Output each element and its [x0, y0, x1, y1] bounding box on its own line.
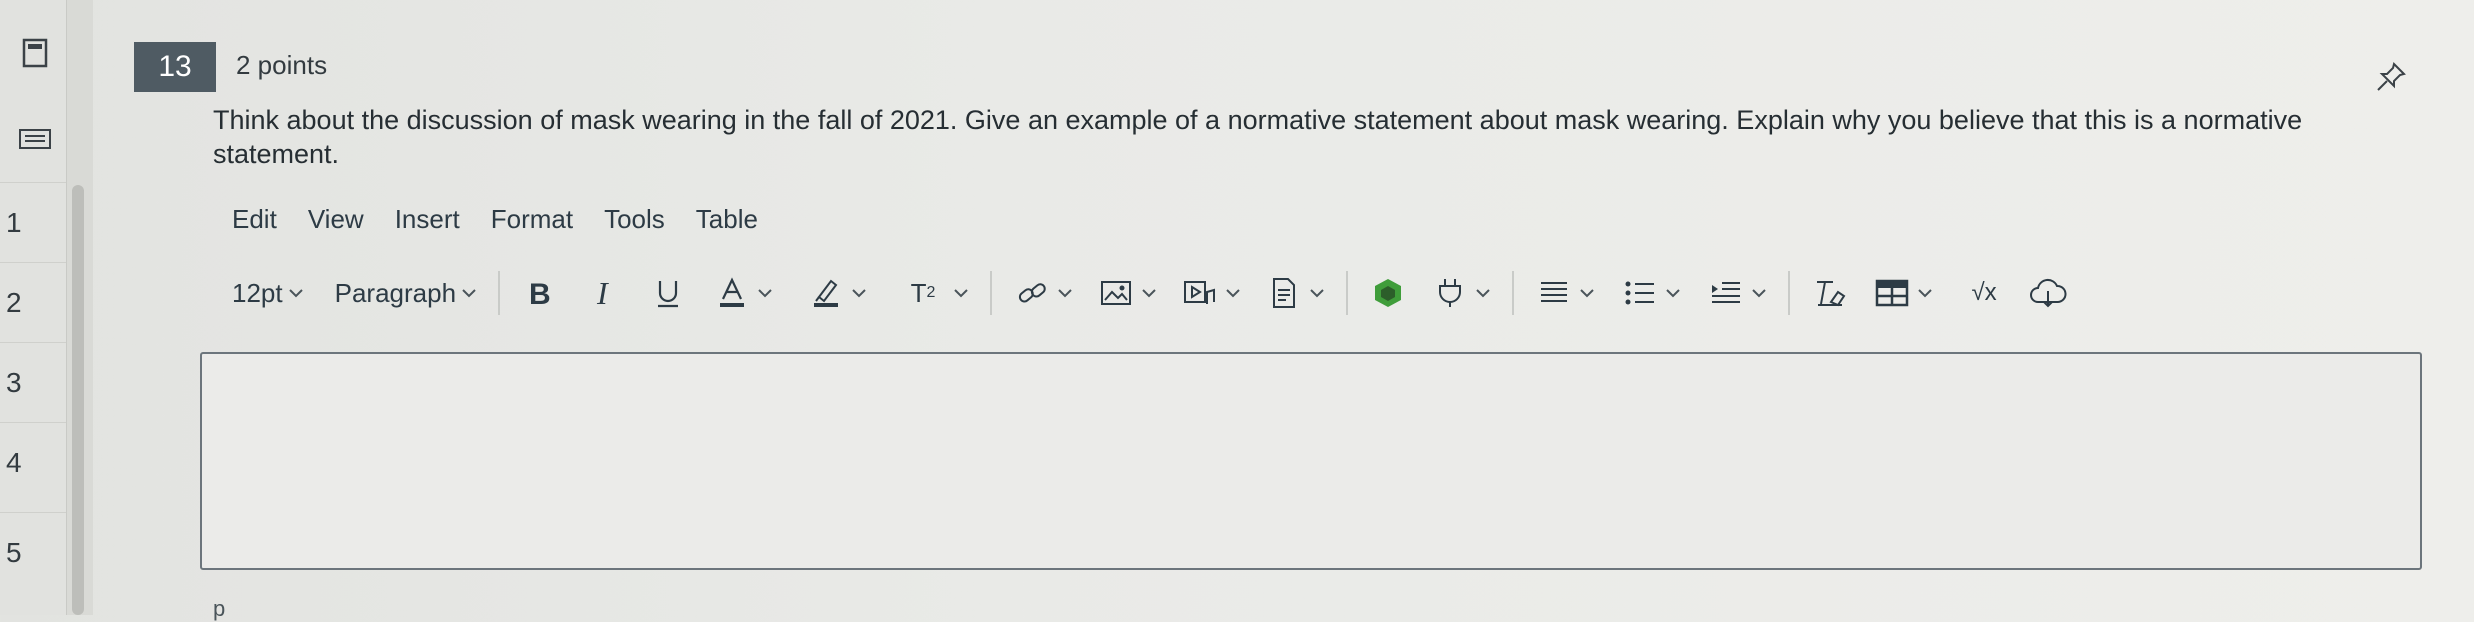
plug-icon	[1430, 273, 1470, 313]
editor-menubar: Edit View Insert Format Tools Table	[232, 204, 758, 235]
question-text: Think about the discussion of mask weari…	[213, 105, 2303, 169]
highlight-icon	[806, 273, 846, 313]
math-icon: √x	[1962, 273, 2006, 313]
link-icon	[1012, 273, 1052, 313]
font-size-value: 12pt	[232, 277, 283, 308]
keyboard-icon[interactable]	[18, 124, 52, 154]
document-icon	[1264, 273, 1304, 313]
chevron-down-icon	[1056, 273, 1074, 313]
block-format-value: Paragraph	[334, 277, 457, 308]
nav-question-1[interactable]: 1	[0, 182, 66, 262]
underline-icon	[648, 273, 688, 313]
underline-button[interactable]	[648, 270, 688, 316]
toolbar-divider	[1512, 271, 1515, 315]
apps-icon	[1368, 273, 1408, 313]
menu-insert[interactable]: Insert	[395, 204, 460, 235]
menu-view[interactable]: View	[308, 204, 364, 235]
chevron-down-icon	[460, 273, 478, 313]
superscript-button[interactable]: T2	[898, 270, 970, 316]
align-icon	[1534, 273, 1574, 313]
toolbar-divider	[1788, 271, 1791, 315]
svg-text:B: B	[529, 278, 551, 308]
menu-tools[interactable]: Tools	[604, 204, 665, 235]
math-button[interactable]: √x	[1962, 270, 2006, 316]
align-button[interactable]	[1534, 270, 1596, 316]
nav-question-2[interactable]: 2	[0, 262, 66, 342]
image-icon	[1096, 273, 1136, 313]
menu-table[interactable]: Table	[696, 204, 758, 235]
nav-question-4[interactable]: 4	[0, 422, 66, 502]
clear-format-button[interactable]	[1810, 270, 1850, 316]
question-points: 2 points	[236, 50, 328, 80]
chevron-down-icon	[1140, 273, 1158, 313]
nav-question-3[interactable]: 3	[0, 342, 66, 422]
link-button[interactable]	[1012, 270, 1074, 316]
bold-button[interactable]: B	[520, 270, 560, 316]
editor-status-path: p	[213, 596, 226, 621]
image-button[interactable]	[1096, 270, 1158, 316]
media-button[interactable]	[1180, 270, 1242, 316]
calculator-icon[interactable]	[18, 38, 52, 68]
superscript-icon: T2	[898, 273, 948, 313]
highlight-button[interactable]	[806, 270, 868, 316]
rich-text-editor-area[interactable]	[200, 352, 2422, 570]
svg-text:I: I	[596, 278, 609, 308]
font-size-dropdown[interactable]: 12pt	[232, 270, 305, 316]
math-label: √x	[1971, 279, 1997, 306]
chevron-down-icon	[1664, 273, 1682, 313]
text-color-button[interactable]	[712, 270, 774, 316]
cloud-button[interactable]	[2028, 270, 2068, 316]
chevron-down-icon	[1578, 273, 1596, 313]
bullet-list-icon	[1620, 273, 1660, 313]
bullet-list-button[interactable]	[1620, 270, 1682, 316]
superscript-sup: 2	[926, 284, 936, 301]
chevron-down-icon	[1224, 273, 1242, 313]
indent-icon	[1706, 273, 1746, 313]
chevron-down-icon	[1474, 273, 1492, 313]
chevron-down-icon	[850, 273, 868, 313]
block-format-dropdown[interactable]: Paragraph	[335, 270, 478, 316]
pin-icon[interactable]	[2374, 60, 2408, 94]
italic-button[interactable]: I	[584, 270, 624, 316]
bold-icon: B	[520, 273, 560, 313]
plug-button[interactable]	[1430, 270, 1492, 316]
toolbar-divider	[1346, 271, 1349, 315]
chevron-down-icon	[756, 273, 774, 313]
editor-toolbar: 12pt Paragraph B I T2 √x	[232, 270, 2082, 316]
text-color-icon	[712, 273, 752, 313]
chevron-down-icon	[1308, 273, 1326, 313]
apps-button[interactable]	[1368, 270, 1408, 316]
toolbar-divider	[990, 271, 993, 315]
nav-question-5[interactable]: 5	[0, 512, 66, 592]
indent-button[interactable]	[1706, 270, 1768, 316]
clear-format-icon	[1810, 273, 1850, 313]
chevron-down-icon	[952, 273, 970, 313]
toolbar-divider	[498, 271, 501, 315]
table-icon	[1872, 273, 1912, 313]
nav-scrollbar-thumb[interactable]	[72, 185, 84, 615]
chevron-down-icon	[287, 273, 305, 313]
chevron-down-icon	[1750, 273, 1768, 313]
media-icon	[1180, 273, 1220, 313]
cloud-icon	[2028, 273, 2068, 313]
italic-icon: I	[584, 273, 624, 313]
menu-edit[interactable]: Edit	[232, 204, 277, 235]
menu-format[interactable]: Format	[491, 204, 573, 235]
superscript-label: T	[910, 277, 927, 308]
question-number-badge: 13	[134, 42, 216, 92]
table-button[interactable]	[1872, 270, 1934, 316]
document-button[interactable]	[1264, 270, 1326, 316]
chevron-down-icon	[1916, 273, 1934, 313]
question-navigator: 1 2 3 4 5	[0, 0, 93, 615]
